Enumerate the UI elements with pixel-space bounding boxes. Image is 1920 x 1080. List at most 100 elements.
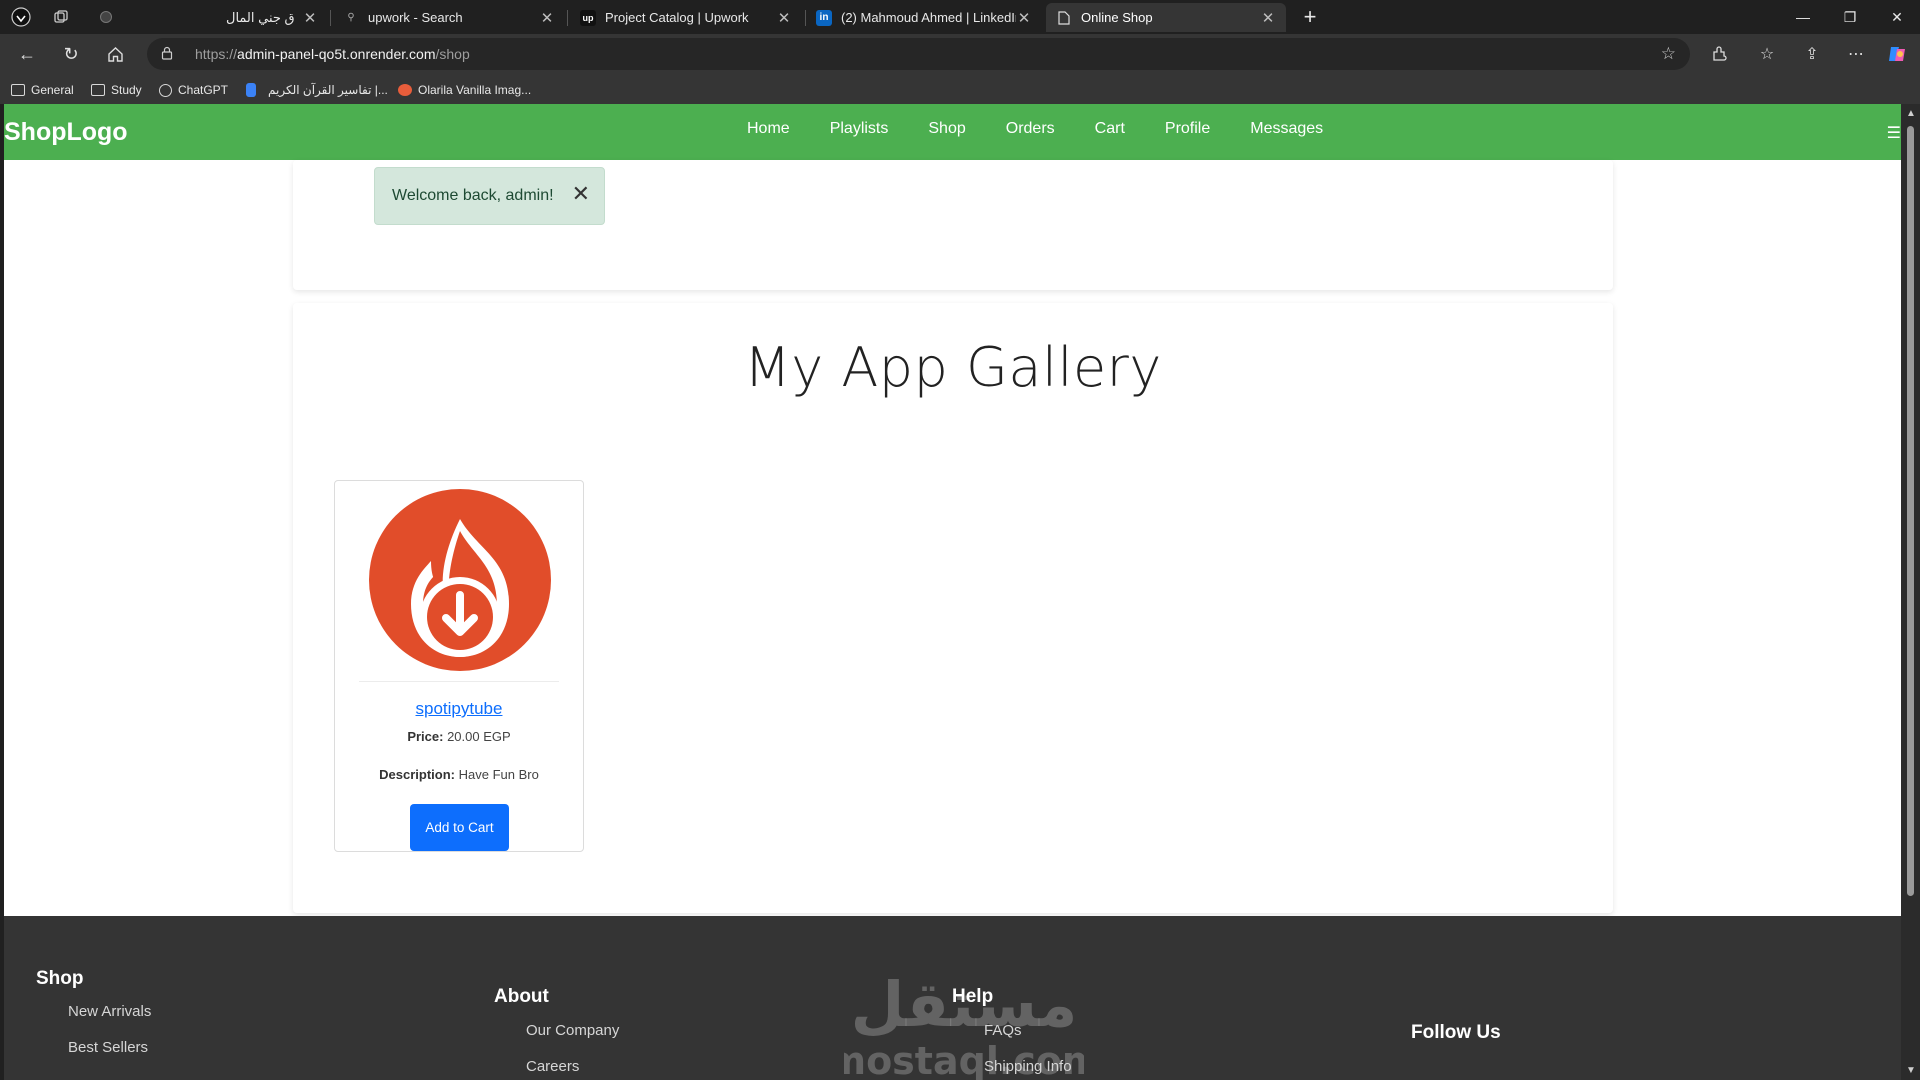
site-navbar: ShopLogo Home Playlists Shop Orders Cart… [4,104,1901,160]
description-value: Have Fun Bro [458,767,539,782]
footer-link-shipping-info[interactable]: Shipping Info [984,1058,1072,1075]
more-options-icon[interactable]: ⋯ [1841,39,1871,69]
new-tab-button[interactable]: + [1297,5,1323,31]
app-logo-image[interactable] [369,489,551,671]
nav-link-profile[interactable]: Profile [1165,120,1210,138]
home-icon[interactable] [100,39,130,69]
restore-icon[interactable]: ❐ [1827,0,1873,34]
footer-link-faqs[interactable]: FAQs [984,1022,1022,1039]
close-icon[interactable]: ✕ [302,9,318,27]
profile-avatar-icon[interactable] [9,5,33,29]
favorite-star-icon[interactable]: ☆ [1661,44,1676,64]
tab-separator [567,10,568,26]
close-icon[interactable]: ✕ [539,9,555,27]
page-title: My App Gallery [744,336,1162,399]
minimize-icon[interactable]: — [1780,0,1826,34]
add-to-cart-button[interactable]: Add to Cart [410,804,509,851]
bookmark-label: Olarila Vanilla Imag... [418,83,532,97]
bookmark-blue-icon [246,83,256,97]
upwork-icon: up [580,9,596,26]
tab-title: Project Catalog | Upwork [605,10,749,25]
extensions-icon[interactable] [1704,39,1734,69]
nav-link-playlists[interactable]: Playlists [830,120,889,138]
price-value: 20.00 EGP [447,729,511,744]
nav-link-cart[interactable]: Cart [1095,120,1125,138]
tab-money[interactable]: طرق جني المال ✕ [216,3,328,32]
product-card: spotipytube Price: 20.00 EGP Description… [334,480,584,852]
pinned-tab-icon[interactable] [94,5,118,29]
page-viewport: ShopLogo Home Playlists Shop Orders Cart… [4,104,1901,1080]
nav-link-shop[interactable]: Shop [928,120,965,138]
scroll-down-arrow-icon[interactable]: ▼ [1906,1065,1916,1076]
close-icon[interactable]: ✕ [1016,9,1032,27]
tab-separator [330,10,331,26]
window-close-icon[interactable]: ✕ [1874,0,1920,34]
menu-icon[interactable]: ☰ [1887,123,1901,143]
favorites-icon[interactable]: ☆ [1752,39,1782,69]
document-icon [1056,10,1072,26]
divider [359,681,559,682]
bookmark-label: General [31,83,74,97]
workspaces-icon[interactable] [49,5,73,29]
tab-upwork-catalog[interactable]: up Project Catalog | Upwork ✕ [570,3,802,32]
footer-link-careers[interactable]: Careers [526,1058,579,1075]
tab-title: upwork - Search [368,10,463,25]
tab-title: (2) Mahmoud Ahmed | LinkedIn [841,10,1016,25]
close-icon[interactable]: ✕ [1260,9,1276,27]
search-icon: ⚲ [347,12,355,23]
nav-link-home[interactable]: Home [747,120,790,138]
linkedin-icon: in [816,9,832,26]
footer-link-best-sellers[interactable]: Best Sellers [68,1039,148,1056]
bookmark-label: ChatGPT [178,83,229,97]
welcome-alert: Welcome back, admin! ✕ [374,167,605,225]
close-icon[interactable]: ✕ [776,9,792,27]
footer-link-new-arrivals[interactable]: New Arrivals [68,1003,151,1020]
bookmark-tafseer[interactable]: تفاسير القرآن الكريم |... [246,80,388,100]
tab-upwork-search[interactable]: ⚲ upwork - Search ✕ [333,3,565,32]
bookmark-chatgpt[interactable]: ChatGPT [159,80,228,100]
description-label: Description: [379,767,455,782]
price-label: Price: [407,729,444,744]
bookmark-olarila[interactable]: Olarila Vanilla Imag... [398,80,531,100]
bookmark-general[interactable]: General [11,80,74,100]
url-scheme: https:// [195,46,238,62]
refresh-icon[interactable]: ↻ [56,39,86,69]
browser-toolbar: ← ↻ https://admin-panel-qo5t.onrender.co… [0,34,1920,74]
site-footer: Shop New Arrivals Best Sellers About Our… [4,916,1901,1080]
close-icon[interactable]: ✕ [572,183,590,205]
bookmark-study[interactable]: Study [91,80,142,100]
url-host: admin-panel-qo5t.onrender.com [237,46,436,62]
product-description: Description: Have Fun Bro [335,767,583,782]
page-scrollbar[interactable]: ▲ ▼ [1901,104,1920,1080]
folder-icon [11,84,25,96]
tab-linkedin[interactable]: in (2) Mahmoud Ahmed | LinkedIn ✕ [806,3,1042,32]
back-arrow-icon[interactable]: ← [12,39,42,69]
address-bar[interactable]: https://admin-panel-qo5t.onrender.com/sh… [147,38,1690,70]
footer-heading-help: Help [952,986,994,1007]
tab-title: Online Shop [1081,10,1153,25]
alert-message: Welcome back, admin! [392,187,554,204]
copilot-icon[interactable] [1882,39,1912,69]
scrollbar-thumb[interactable] [1907,126,1914,896]
apple-icon [398,84,412,96]
url-path: /shop [435,46,470,62]
chatgpt-icon [159,83,172,97]
tab-title: طرق جني المال [226,9,294,25]
nav-link-messages[interactable]: Messages [1250,120,1323,138]
folder-icon [91,84,105,96]
product-name-link[interactable]: spotipytube [335,699,583,719]
bookmark-label: Study [111,83,142,97]
share-icon[interactable]: ⇪ [1797,39,1827,69]
footer-heading-follow-us: Follow Us [1411,1022,1501,1043]
lock-icon[interactable] [161,46,177,63]
tab-online-shop[interactable]: Online Shop ✕ [1046,3,1286,32]
footer-heading-about: About [494,986,549,1007]
product-price: Price: 20.00 EGP [335,729,583,744]
site-logo[interactable]: ShopLogo [4,118,128,147]
nav-link-orders[interactable]: Orders [1006,120,1055,138]
scroll-up-arrow-icon[interactable]: ▲ [1906,108,1916,119]
bookmark-label: تفاسير القرآن الكريم |... [268,83,388,97]
footer-link-our-company[interactable]: Our Company [526,1022,619,1039]
footer-heading-shop: Shop [36,968,84,989]
site-nav-links: Home Playlists Shop Orders Cart Profile … [747,120,1363,138]
